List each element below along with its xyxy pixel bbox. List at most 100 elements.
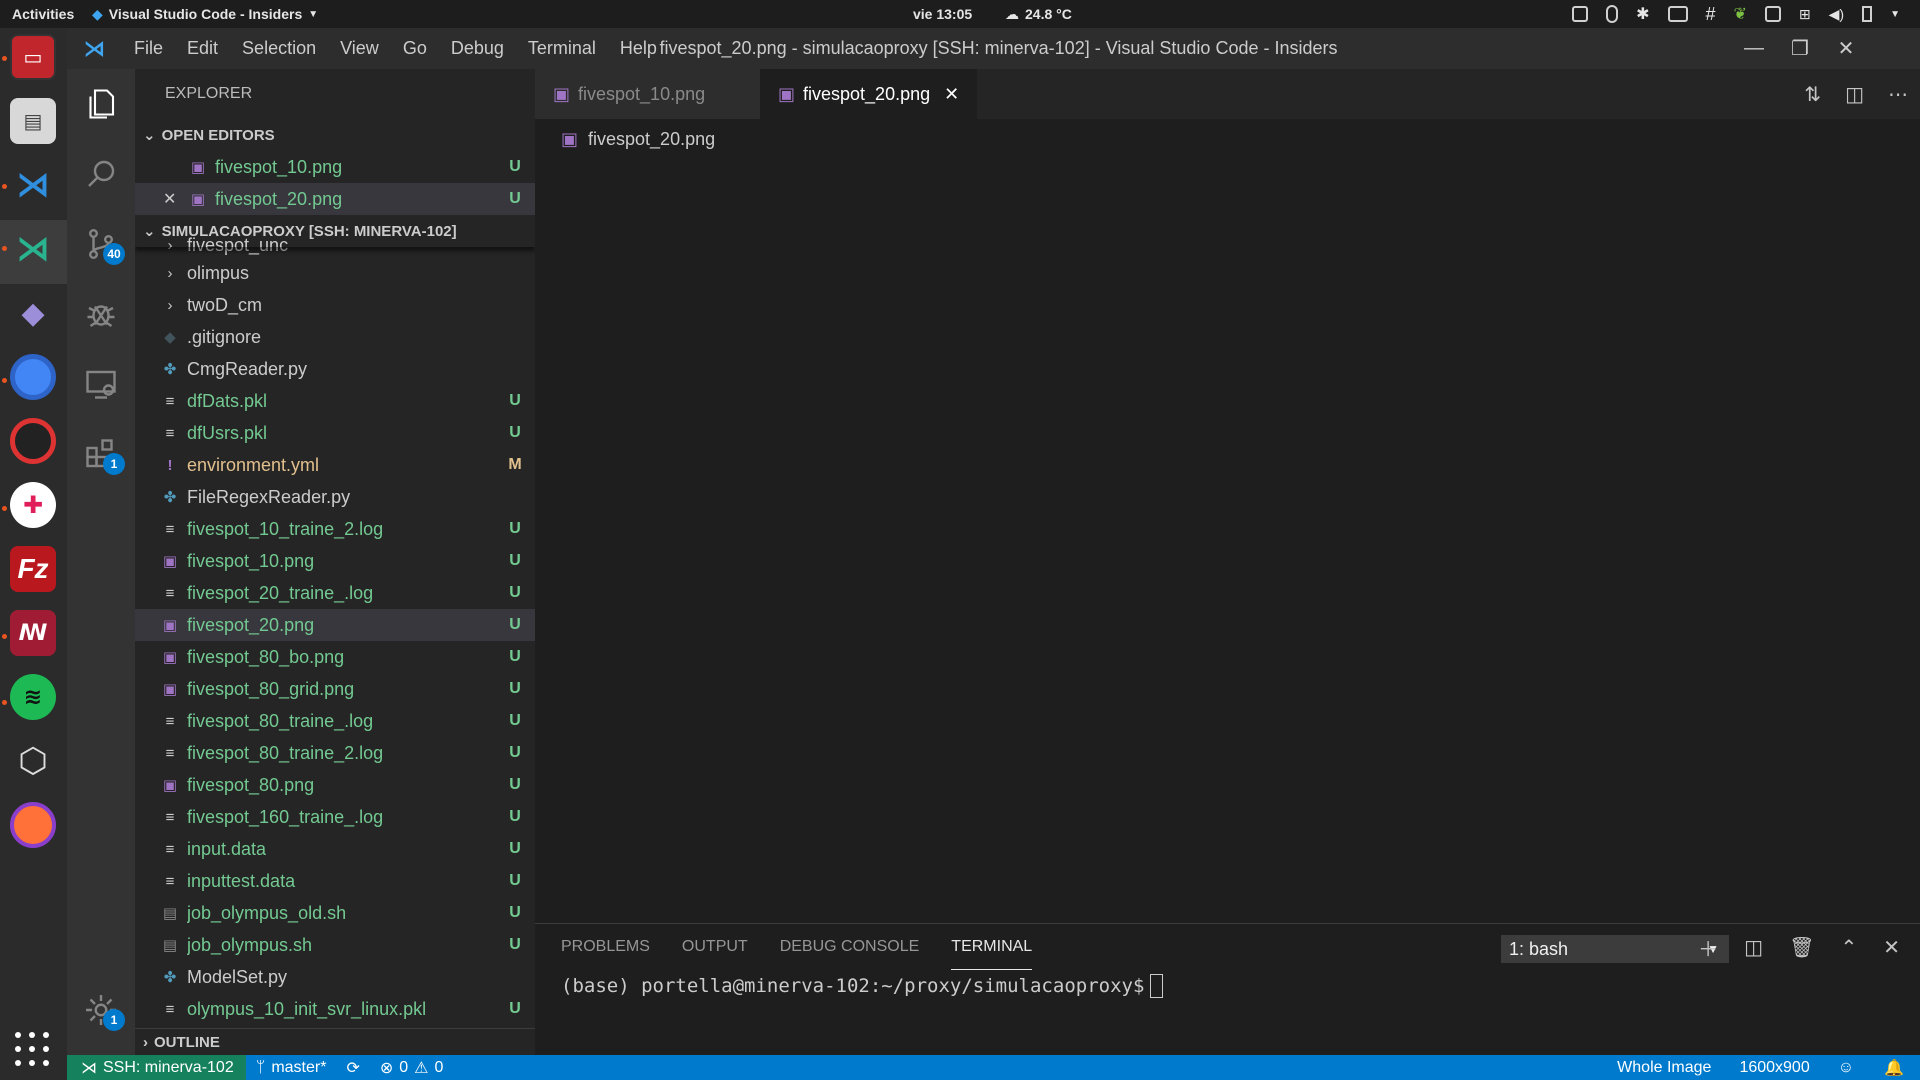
terminal-launcher-icon[interactable]: ▭ — [10, 34, 56, 80]
monitor-tray-icon[interactable] — [1764, 6, 1781, 22]
file-item[interactable]: ▣ fivespot_10.png U — [135, 545, 535, 577]
bell-icon[interactable]: 🔔 — [1868, 1058, 1920, 1078]
split-terminal-icon[interactable]: ◫ — [1744, 935, 1763, 960]
close-panel-icon[interactable]: ✕ — [1883, 935, 1900, 960]
file-item[interactable]: ◆ .gitignore — [135, 321, 535, 353]
explorer-activity[interactable] — [67, 69, 135, 139]
file-item[interactable]: ≡ input.data U — [135, 833, 535, 865]
more-actions-icon[interactable]: ⋯ — [1888, 82, 1908, 107]
file-item[interactable]: ≡ olympus_10_init_svr_linux.pkl U — [135, 993, 535, 1025]
virtualbox-launcher-icon[interactable]: ⬡ — [10, 738, 56, 784]
folder-item[interactable]: › olimpus — [135, 257, 535, 289]
remote-indicator[interactable]: ⋊ SSH: minerva-102 — [67, 1055, 246, 1080]
microphone-tray-icon[interactable] — [1606, 5, 1619, 23]
weather-indicator[interactable]: ☁ 24.8 °C — [1005, 6, 1072, 23]
show-applications-icon[interactable] — [15, 1032, 51, 1068]
tab-output[interactable]: OUTPUT — [682, 924, 748, 970]
maximize-panel-icon[interactable]: ⌃ — [1840, 935, 1857, 960]
open-editors-header[interactable]: ⌄ OPEN EDITORS — [135, 119, 535, 151]
menu-terminal[interactable]: Terminal — [516, 38, 608, 59]
terminal-output[interactable]: (base) portella@minerva-102:~/proxy/simu… — [561, 974, 1164, 998]
mendeley-launcher-icon[interactable]: ꟿ — [10, 610, 56, 656]
filezilla-launcher-icon[interactable]: Fz — [10, 546, 56, 592]
leaf-tray-icon[interactable]: ❦ — [1734, 4, 1747, 24]
manage-activity[interactable]: 1 — [67, 975, 135, 1045]
screenshot-tray-icon[interactable] — [1572, 6, 1589, 22]
file-item[interactable]: ▤ job_olympus.sh U — [135, 929, 535, 961]
file-item[interactable]: ▣ fivespot_20.png U — [135, 609, 535, 641]
app-menu[interactable]: ◆ Visual Studio Code - Insiders ▼ — [92, 6, 318, 23]
file-item[interactable]: ! environment.yml M — [135, 449, 535, 481]
tab-fivespot-10[interactable]: ▣ fivespot_10.png — [535, 69, 760, 119]
minimize-icon[interactable]: — — [1731, 28, 1777, 69]
feedback-smiley-icon[interactable]: ☺ — [1824, 1059, 1868, 1077]
close-tab-icon[interactable]: ✕ — [944, 84, 959, 105]
vscode-launcher-icon[interactable]: ⋊ — [10, 162, 56, 208]
file-item[interactable]: ▣ fivespot_80.png U — [135, 769, 535, 801]
chromium-launcher-icon[interactable] — [10, 354, 56, 400]
remote-explorer-activity[interactable] — [67, 349, 135, 419]
battery-tray-icon[interactable] — [1862, 6, 1873, 22]
file-item[interactable]: ▣ fivespot_80_bo.png U — [135, 641, 535, 673]
tab-problems[interactable]: PROBLEMS — [561, 924, 650, 970]
bluetooth-tray-icon[interactable]: ✱ — [1636, 4, 1649, 24]
new-terminal-icon[interactable]: ＋ — [1698, 933, 1718, 962]
tab-fivespot-20[interactable]: ▣ fivespot_20.png ✕ — [760, 69, 978, 119]
close-window-icon[interactable]: ✕ — [1823, 28, 1869, 69]
file-item[interactable]: ✤ ModelSet.py — [135, 961, 535, 993]
spotify-launcher-icon[interactable]: ≋ — [10, 674, 56, 720]
file-item[interactable]: ≡ fivespot_160_traine_.log U — [135, 801, 535, 833]
debug-activity[interactable] — [67, 279, 135, 349]
file-item[interactable]: ≡ fivespot_20_traine_.log U — [135, 577, 535, 609]
menu-selection[interactable]: Selection — [230, 38, 328, 59]
close-editor-icon[interactable]: ✕ — [163, 189, 189, 209]
trash-icon[interactable]: 🗑 — [1789, 935, 1814, 960]
file-item[interactable]: ≡ fivespot_80_traine_.log U — [135, 705, 535, 737]
menu-view[interactable]: View — [328, 38, 391, 59]
restore-icon[interactable]: ❐ — [1777, 28, 1823, 69]
file-item[interactable]: ≡ inputtest.data U — [135, 865, 535, 897]
breadcrumb[interactable]: ▣ fivespot_20.png — [535, 119, 715, 159]
firefox-launcher-icon[interactable] — [10, 802, 56, 848]
problems-indicator[interactable]: ⊗ 0 ⚠ 0 — [370, 1058, 454, 1078]
clock[interactable]: vie 13:05 — [913, 6, 972, 22]
tab-debug-console[interactable]: DEBUG CONSOLE — [780, 924, 920, 970]
file-item[interactable]: ▤ job_olympus_old.sh U — [135, 897, 535, 929]
branch-indicator[interactable]: ᛘ master* — [246, 1059, 337, 1077]
split-editor-icon[interactable]: ◫ — [1845, 82, 1864, 107]
open-editor-item[interactable]: ▣ fivespot_10.png U — [135, 151, 535, 183]
file-item[interactable]: ≡ fivespot_10_traine_2.log U — [135, 513, 535, 545]
file-item[interactable]: ≡ dfUsrs.pkl U — [135, 417, 535, 449]
obsidian-launcher-icon[interactable]: ◆ — [10, 290, 56, 336]
image-preview-area[interactable] — [535, 159, 1920, 923]
file-item[interactable]: ✤ CmgReader.py — [135, 353, 535, 385]
menu-debug[interactable]: Debug — [439, 38, 516, 59]
vscode-insiders-launcher-icon[interactable]: ⋊ — [10, 226, 56, 272]
outline-header[interactable]: › OUTLINE — [135, 1028, 535, 1055]
image-mode[interactable]: Whole Image — [1603, 1059, 1725, 1077]
tab-terminal[interactable]: TERMINAL — [951, 924, 1033, 970]
sync-button[interactable]: ⟳ — [336, 1058, 369, 1078]
network-tray-icon[interactable]: ⊞ — [1799, 6, 1811, 23]
terminal-selector[interactable]: 1: bash ▼ — [1501, 935, 1729, 963]
slack-launcher-icon[interactable]: ✚ — [10, 482, 56, 528]
system-menu-chevron-icon[interactable]: ▼ — [1890, 9, 1900, 20]
slack-tray-icon[interactable]: # — [1706, 4, 1716, 25]
file-item[interactable]: ≡ dfDats.pkl U — [135, 385, 535, 417]
open-changes-icon[interactable]: ⇅ — [1804, 82, 1821, 107]
files-launcher-icon[interactable]: ▤ — [10, 98, 56, 144]
extensions-activity[interactable]: 1 — [67, 419, 135, 489]
source-control-activity[interactable]: 40 — [67, 209, 135, 279]
menu-help[interactable]: Help — [608, 38, 669, 59]
file-item[interactable]: ✤ FileRegexReader.py — [135, 481, 535, 513]
file-item[interactable]: ▣ fivespot_80_grid.png U — [135, 673, 535, 705]
activities-button[interactable]: Activities — [0, 6, 92, 22]
backup-launcher-icon[interactable] — [10, 418, 56, 464]
menu-edit[interactable]: Edit — [175, 38, 230, 59]
file-item[interactable]: ≡ fivespot_80_traine_2.log U — [135, 737, 535, 769]
search-activity[interactable] — [67, 139, 135, 209]
folder-item[interactable]: › twoD_cm — [135, 289, 535, 321]
display-tray-icon[interactable] — [1667, 6, 1688, 22]
volume-tray-icon[interactable]: ◀) — [1829, 6, 1844, 23]
menu-go[interactable]: Go — [391, 38, 439, 59]
